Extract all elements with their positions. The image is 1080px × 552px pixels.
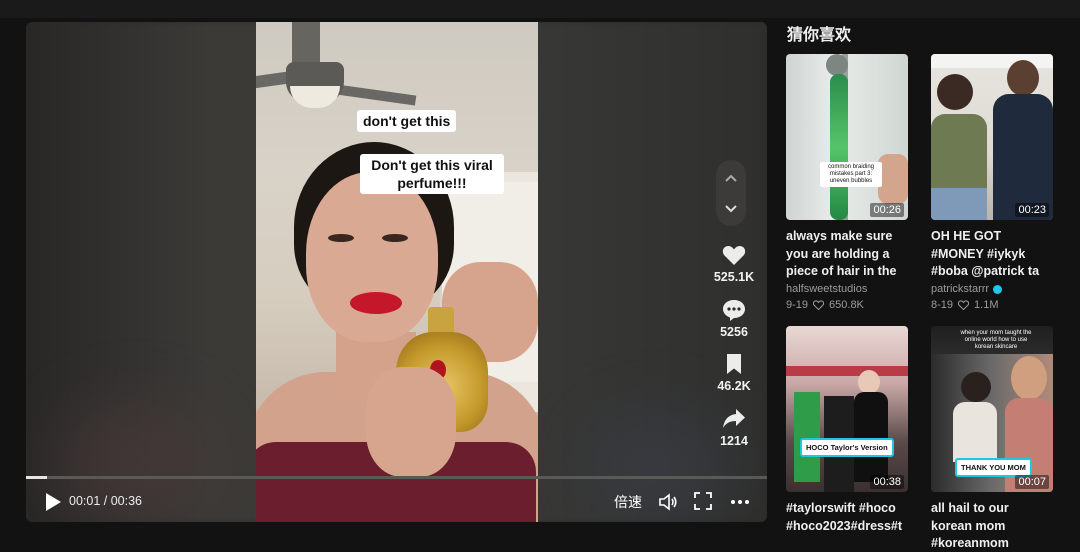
thumb-sticker: HOCO Taylor's Version	[800, 438, 894, 457]
video-thumbnail[interactable]: 00:23	[931, 54, 1053, 220]
video-card[interactable]: when your mom taught the online world ho…	[931, 326, 1053, 552]
fullscreen-icon[interactable]	[694, 492, 712, 510]
person-lips	[350, 292, 402, 314]
thumb-overlay-text: common braiding mistakes part 3: uneven …	[820, 162, 882, 187]
thumb-person	[854, 392, 888, 482]
video-caption: Don't get this viral perfume!!!	[360, 154, 504, 194]
like-count: 525.1K	[713, 270, 755, 284]
heart-icon	[813, 300, 825, 310]
bookmark-icon	[727, 354, 741, 374]
player-controls: 00:01 / 00:36 倍速	[26, 482, 767, 522]
share-arrow-icon	[723, 409, 745, 428]
person-eye	[382, 234, 408, 242]
top-bar	[0, 0, 1080, 18]
share-count: 1214	[720, 434, 748, 448]
thumb-hand	[878, 154, 908, 204]
video-duration: 00:26	[870, 203, 904, 217]
person-hand	[366, 367, 456, 477]
thumb-person	[931, 114, 987, 194]
video-meta: 9-19 650.8K	[786, 299, 908, 311]
video-frame[interactable]: don't get this Don't get this viral perf…	[256, 22, 538, 522]
thumb-person	[931, 188, 987, 220]
video-caption: don't get this	[357, 110, 457, 132]
thumb-person-head	[1011, 356, 1047, 400]
video-likes: 1.1M	[974, 299, 999, 311]
thumb-person-head	[961, 372, 991, 402]
video-title[interactable]: all hail to our korean mom #koreanmom	[931, 500, 1053, 552]
ceiling-fan-light	[290, 86, 340, 108]
thumb-detail	[794, 392, 820, 482]
chevron-down-icon	[725, 205, 737, 213]
like-button[interactable]: 525.1K	[704, 244, 764, 284]
video-thumbnail[interactable]: when your mom taught the online world ho…	[931, 326, 1053, 492]
recommendations-title: 猜你喜欢	[787, 27, 852, 44]
video-player[interactable]: don't get this Don't get this viral perf…	[26, 22, 767, 522]
video-duration: 00:07	[1015, 475, 1049, 489]
next-video-button[interactable]	[716, 194, 746, 224]
video-author[interactable]: halfsweetstudios	[786, 283, 908, 295]
share-button[interactable]: 1214	[704, 408, 764, 448]
volume-icon[interactable]	[658, 492, 678, 512]
verified-badge-icon	[993, 284, 1003, 294]
video-date: 8-19	[931, 299, 954, 311]
progress-bar[interactable]	[26, 476, 767, 479]
comment-icon	[723, 300, 745, 321]
thumb-detail	[826, 54, 848, 76]
ceiling-fan	[292, 22, 320, 64]
more-icon[interactable]	[730, 499, 750, 505]
thumb-person-head	[1007, 60, 1039, 96]
video-date: 9-19	[786, 299, 809, 311]
comment-count: 5256	[720, 325, 748, 339]
person-face	[306, 172, 438, 342]
previous-video-button[interactable]	[716, 163, 746, 193]
time-display: 00:01 / 00:36	[69, 494, 142, 508]
save-count: 46.2K	[717, 379, 751, 393]
thumb-detail	[786, 366, 908, 376]
video-thumbnail[interactable]: HOCO Taylor's Version 00:38	[786, 326, 908, 492]
thumb-person-head	[858, 370, 880, 394]
thumb-person-head	[937, 74, 973, 110]
video-likes: 650.8K	[829, 299, 864, 311]
thumb-person	[953, 402, 997, 462]
video-meta: 8-19 1.1M	[931, 299, 1053, 311]
video-card[interactable]: HOCO Taylor's Version 00:38 #taylorswift…	[786, 326, 908, 552]
video-nav	[716, 160, 746, 226]
video-thumbnail[interactable]: common braiding mistakes part 3: uneven …	[786, 54, 908, 220]
play-icon[interactable]	[44, 492, 62, 512]
braid	[830, 74, 848, 220]
progress-fill	[26, 476, 47, 479]
ceiling-fan-blade	[335, 84, 417, 106]
heart-icon	[722, 245, 746, 265]
thumb-overlay-text: when your mom taught the online world ho…	[960, 330, 1032, 350]
person-eye	[328, 234, 354, 242]
video-card[interactable]: 00:23 OH HE GOT #MONEY #iykyk #boba @pat…	[931, 54, 1053, 311]
comment-button[interactable]: 5256	[704, 299, 764, 339]
video-title[interactable]: #taylorswift #hoco #hoco2023#dress#t	[786, 500, 908, 552]
chevron-up-icon	[725, 174, 737, 182]
action-column: 525.1K 5256 46.2K 1214	[712, 22, 756, 522]
author-name: halfsweetstudios	[786, 283, 868, 295]
playback-speed-button[interactable]: 倍速	[614, 492, 642, 512]
video-duration: 00:23	[1015, 203, 1049, 217]
video-author[interactable]: patrickstarrr	[931, 283, 1053, 295]
video-duration: 00:38	[870, 475, 904, 489]
author-name: patrickstarrr	[931, 283, 990, 295]
video-card[interactable]: common braiding mistakes part 3: uneven …	[786, 54, 908, 311]
video-title[interactable]: always make sure you are holding a piece…	[786, 228, 908, 280]
save-button[interactable]: 46.2K	[704, 353, 764, 393]
video-title[interactable]: OH HE GOT #MONEY #iykyk #boba @patrick t…	[931, 228, 1053, 280]
heart-icon	[958, 300, 970, 310]
thumb-person	[993, 94, 1053, 220]
